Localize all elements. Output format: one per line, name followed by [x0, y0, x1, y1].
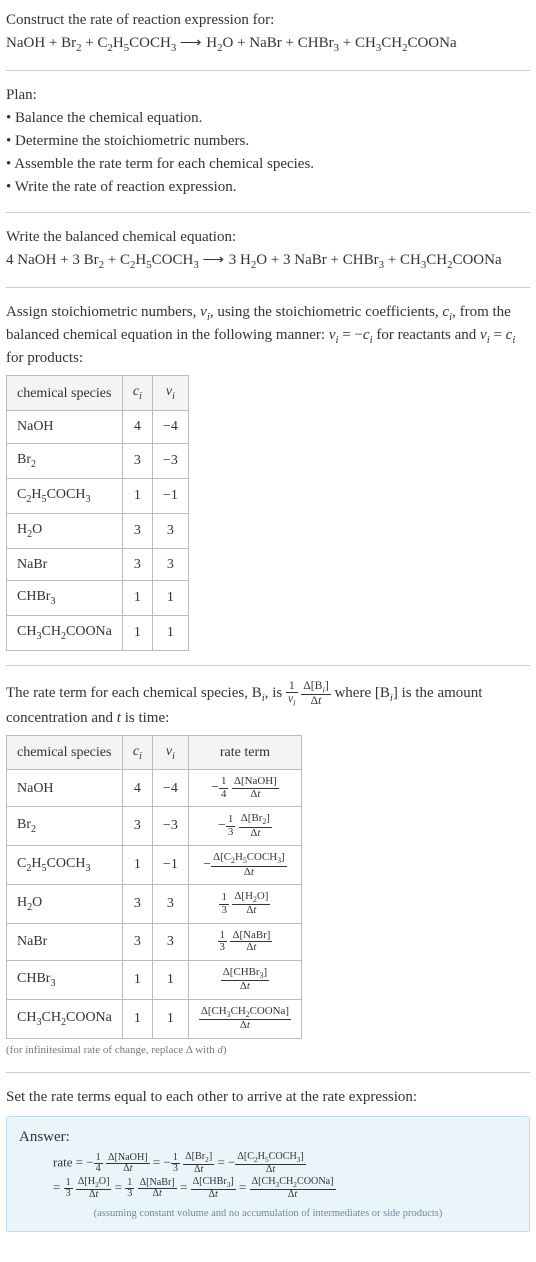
- cell-nu: 1: [152, 616, 188, 651]
- divider: [6, 287, 530, 288]
- cell-c: 4: [122, 411, 152, 444]
- plan-list: • Balance the chemical equation. • Deter…: [6, 108, 530, 198]
- cell-c: 3: [122, 885, 152, 924]
- col-rate-term: rate term: [188, 735, 301, 770]
- cell-c: 1: [122, 478, 152, 513]
- cell-rate-term: −Δ[C2H5COCH3]Δt: [188, 846, 301, 885]
- answer-note: (assuming constant volume and no accumul…: [19, 1207, 517, 1222]
- balanced-heading: Write the balanced chemical equation:: [6, 227, 530, 248]
- cell-c: 3: [122, 513, 152, 548]
- plan-heading: Plan:: [6, 85, 530, 106]
- cell-species: NaBr: [7, 548, 123, 581]
- cell-c: 1: [122, 960, 152, 999]
- table-row: NaOH4−4−14 Δ[NaOH]Δt: [7, 770, 302, 807]
- table-row: CHBr311: [7, 581, 189, 616]
- col-nu: νi: [152, 735, 188, 770]
- table-header-row: chemical species ci νi rate term: [7, 735, 302, 770]
- rate-expression: rate = −14 Δ[NaOH]Δt = −13 Δ[Br2]Δt = −Δ…: [19, 1152, 517, 1201]
- cell-rate-term: 13 Δ[NaBr]Δt: [188, 923, 301, 960]
- cell-species: Br2: [7, 443, 123, 478]
- balanced-equation: 4 NaOH + 3 Br2 + C2H5COCH3 ⟶ 3 H2O + 3 N…: [6, 250, 530, 273]
- divider: [6, 212, 530, 213]
- table-row: Br23−3: [7, 443, 189, 478]
- cell-rate-term: Δ[CH3CH2COONa]Δt: [188, 999, 301, 1038]
- cell-nu: 1: [152, 581, 188, 616]
- rate-expression-line: rate = −14 Δ[NaOH]Δt = −13 Δ[Br2]Δt = −Δ…: [53, 1152, 517, 1175]
- col-c: ci: [122, 735, 152, 770]
- cell-c: 3: [122, 923, 152, 960]
- cell-nu: −1: [152, 846, 188, 885]
- assign-text: Assign stoichiometric numbers, νi, using…: [6, 302, 530, 369]
- table-row: Br23−3−13 Δ[Br2]Δt: [7, 807, 302, 846]
- col-nu: νi: [152, 376, 188, 411]
- cell-species: H2O: [7, 513, 123, 548]
- cell-nu: 3: [152, 885, 188, 924]
- stoichiometry-table: chemical species ci νi NaOH4−4Br23−3C2H5…: [6, 375, 189, 651]
- answer-label: Answer:: [19, 1127, 517, 1148]
- rate-term-intro: The rate term for each chemical species,…: [6, 680, 530, 728]
- cell-nu: −4: [152, 770, 188, 807]
- cell-species: NaOH: [7, 411, 123, 444]
- unbalanced-equation: NaOH + Br2 + C2H5COCH3 ⟶ H2O + NaBr + CH…: [6, 33, 530, 56]
- cell-rate-term: Δ[CHBr3]Δt: [188, 960, 301, 999]
- col-species: chemical species: [7, 735, 123, 770]
- cell-species: C2H5COCH3: [7, 846, 123, 885]
- cell-c: 1: [122, 616, 152, 651]
- cell-rate-term: −13 Δ[Br2]Δt: [188, 807, 301, 846]
- table-row: H2O33: [7, 513, 189, 548]
- cell-species: CH3CH2COONa: [7, 616, 123, 651]
- cell-c: 4: [122, 770, 152, 807]
- cell-nu: 3: [152, 513, 188, 548]
- table-note: (for infinitesimal rate of change, repla…: [6, 1043, 530, 1058]
- col-c: ci: [122, 376, 152, 411]
- plan-item: • Balance the chemical equation.: [6, 108, 530, 129]
- problem-title: Construct the rate of reaction expressio…: [6, 10, 530, 31]
- cell-species: NaOH: [7, 770, 123, 807]
- cell-species: H2O: [7, 885, 123, 924]
- cell-nu: 3: [152, 548, 188, 581]
- table-row: NaOH4−4: [7, 411, 189, 444]
- table-row: NaBr3313 Δ[NaBr]Δt: [7, 923, 302, 960]
- rate-term-table: chemical species ci νi rate term NaOH4−4…: [6, 735, 302, 1039]
- cell-c: 1: [122, 999, 152, 1038]
- cell-c: 3: [122, 548, 152, 581]
- plan-item: • Write the rate of reaction expression.: [6, 177, 530, 198]
- cell-nu: 1: [152, 960, 188, 999]
- cell-species: CHBr3: [7, 960, 123, 999]
- cell-c: 1: [122, 846, 152, 885]
- cell-species: NaBr: [7, 923, 123, 960]
- plan-item: • Assemble the rate term for each chemic…: [6, 154, 530, 175]
- table-row: C2H5COCH31−1−Δ[C2H5COCH3]Δt: [7, 846, 302, 885]
- cell-rate-term: −14 Δ[NaOH]Δt: [188, 770, 301, 807]
- table-row: CH3CH2COONa11Δ[CH3CH2COONa]Δt: [7, 999, 302, 1038]
- col-species: chemical species: [7, 376, 123, 411]
- table-row: H2O3313 Δ[H2O]Δt: [7, 885, 302, 924]
- answer-box: Answer: rate = −14 Δ[NaOH]Δt = −13 Δ[Br2…: [6, 1116, 530, 1232]
- divider: [6, 1072, 530, 1073]
- cell-c: 1: [122, 581, 152, 616]
- divider: [6, 70, 530, 71]
- cell-rate-term: 13 Δ[H2O]Δt: [188, 885, 301, 924]
- cell-species: C2H5COCH3: [7, 478, 123, 513]
- set-equal-text: Set the rate terms equal to each other t…: [6, 1087, 530, 1108]
- cell-nu: 3: [152, 923, 188, 960]
- cell-nu: −4: [152, 411, 188, 444]
- cell-nu: 1: [152, 999, 188, 1038]
- table-header-row: chemical species ci νi: [7, 376, 189, 411]
- table-row: CHBr311Δ[CHBr3]Δt: [7, 960, 302, 999]
- table-row: CH3CH2COONa11: [7, 616, 189, 651]
- plan-item: • Determine the stoichiometric numbers.: [6, 131, 530, 152]
- cell-nu: −1: [152, 478, 188, 513]
- table-row: NaBr33: [7, 548, 189, 581]
- cell-c: 3: [122, 443, 152, 478]
- cell-c: 3: [122, 807, 152, 846]
- cell-nu: −3: [152, 807, 188, 846]
- cell-species: Br2: [7, 807, 123, 846]
- cell-species: CH3CH2COONa: [7, 999, 123, 1038]
- cell-nu: −3: [152, 443, 188, 478]
- divider: [6, 665, 530, 666]
- cell-species: CHBr3: [7, 581, 123, 616]
- rate-expression-line: = 13 Δ[H2O]Δt = 13 Δ[NaBr]Δt = Δ[CHBr3]Δ…: [53, 1177, 517, 1200]
- table-row: C2H5COCH31−1: [7, 478, 189, 513]
